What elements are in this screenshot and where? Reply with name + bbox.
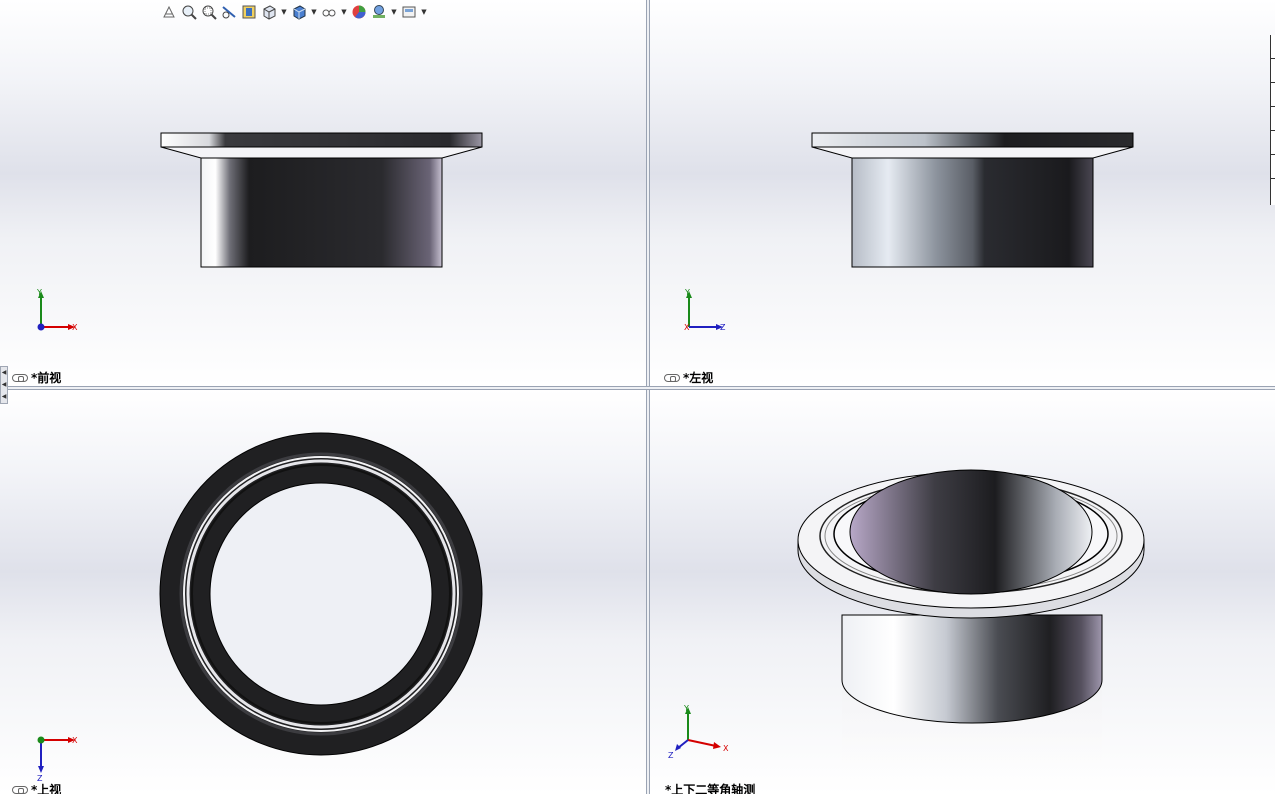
- viewport-front[interactable]: ▼ ▼ ▼ ▼ ▼ Y X *前视: [0, 0, 646, 386]
- hide-show-icon[interactable]: [320, 3, 338, 21]
- axis-x-label: X: [723, 744, 729, 753]
- axis-y-label: Y: [684, 288, 690, 297]
- model-front-view[interactable]: [0, 0, 646, 386]
- view-orientation-icon[interactable]: [260, 3, 278, 21]
- zoom-to-area-icon[interactable]: [200, 3, 218, 21]
- viewport-top[interactable]: Z X *上视: [0, 390, 646, 794]
- previous-view-icon[interactable]: [160, 3, 178, 21]
- task-pane-tabs[interactable]: [1270, 35, 1275, 205]
- viewport-name-front: *前视: [31, 371, 62, 385]
- axis-y-label: Y: [683, 704, 689, 713]
- viewport-label-top: *上视: [12, 781, 61, 794]
- view-orientation-dropdown-icon[interactable]: ▼: [280, 3, 288, 21]
- viewport-left[interactable]: Y Z X *左视: [650, 0, 1275, 386]
- triad-isometric: Y X Z: [668, 704, 729, 760]
- dynamic-annotation-icon[interactable]: [240, 3, 258, 21]
- axis-z-label: Z: [720, 323, 726, 332]
- display-style-icon[interactable]: [290, 3, 308, 21]
- axis-y-label: Y: [36, 288, 42, 297]
- viewport-name-isometric: *上下二等角轴测: [665, 783, 756, 794]
- link-views-icon[interactable]: [12, 785, 28, 794]
- model-top-view[interactable]: [0, 390, 646, 794]
- axis-x-label: X: [72, 736, 78, 745]
- zoom-to-fit-icon[interactable]: [180, 3, 198, 21]
- collapse-panel-handle[interactable]: ◀ ◀ ◀: [0, 366, 8, 404]
- triad-front: Y X: [36, 288, 78, 332]
- display-style-dropdown-icon[interactable]: ▼: [310, 3, 318, 21]
- link-views-icon[interactable]: [12, 373, 28, 382]
- edit-appearance-icon[interactable]: [350, 3, 368, 21]
- viewport-splitter-vertical[interactable]: [646, 0, 650, 794]
- model-left-view[interactable]: [650, 0, 1275, 386]
- apply-scene-dropdown-icon[interactable]: ▼: [390, 3, 398, 21]
- heads-up-view-toolbar: ▼ ▼ ▼ ▼ ▼: [160, 2, 428, 22]
- triad-left: Y Z X: [684, 288, 726, 332]
- viewport-label-isometric: *上下二等角轴测: [665, 781, 755, 794]
- viewport-label-front: *前视: [12, 369, 61, 386]
- triad-top: Z X: [37, 736, 78, 783]
- section-view-icon[interactable]: [220, 3, 238, 21]
- view-settings-dropdown-icon[interactable]: ▼: [420, 3, 428, 21]
- viewport-label-left: *左视: [664, 369, 713, 386]
- viewport-name-top: *上视: [31, 783, 62, 794]
- hide-show-dropdown-icon[interactable]: ▼: [340, 3, 348, 21]
- view-settings-icon[interactable]: [400, 3, 418, 21]
- axis-x-label: X: [72, 323, 78, 332]
- viewport-splitter-horizontal[interactable]: [0, 386, 1275, 390]
- viewport-isometric[interactable]: Y X Z *上下二等角轴测: [650, 390, 1275, 794]
- apply-scene-icon[interactable]: [370, 3, 388, 21]
- link-views-icon[interactable]: [664, 373, 680, 382]
- axis-z-label: Z: [668, 751, 674, 760]
- axis-x-label: X: [684, 323, 690, 332]
- viewport-name-left: *左视: [683, 371, 714, 385]
